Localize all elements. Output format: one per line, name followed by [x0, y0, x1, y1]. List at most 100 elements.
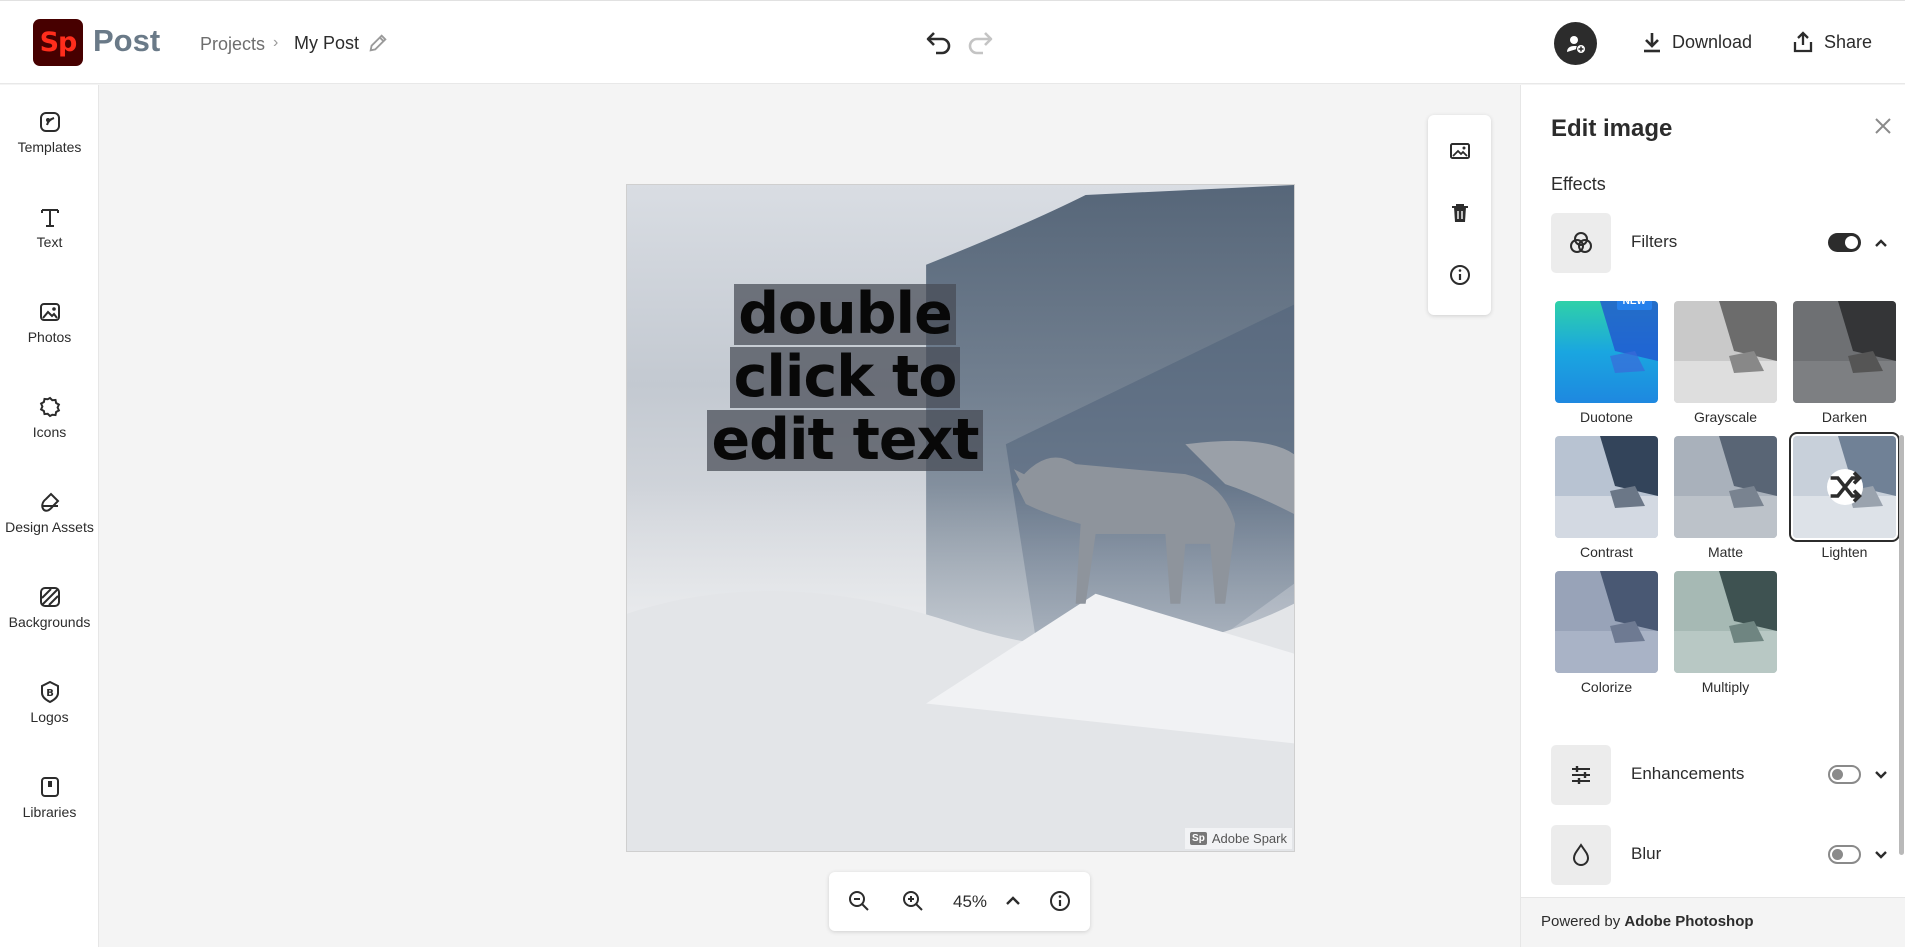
- zoom-level[interactable]: 45%: [953, 892, 987, 912]
- filter-thumbnail: [1674, 436, 1777, 538]
- zoom-in-icon[interactable]: [901, 889, 925, 913]
- panel-title: Edit image: [1551, 115, 1673, 142]
- zoom-out-icon[interactable]: [847, 889, 871, 913]
- powered-prefix: Powered by: [1541, 913, 1621, 930]
- canvas-text-line[interactable]: double: [734, 284, 956, 345]
- filter-label: Colorize: [1580, 679, 1633, 695]
- close-icon[interactable]: [1872, 115, 1894, 137]
- blur-row[interactable]: Blur: [1551, 825, 1891, 885]
- logos-icon: B: [40, 680, 59, 704]
- powered-by-footer: Powered by Adobe Photoshop: [1521, 897, 1905, 947]
- download-icon: [1644, 33, 1660, 53]
- filter-darken[interactable]: Darken: [1793, 301, 1896, 425]
- filter-lighten[interactable]: Lighten: [1789, 432, 1900, 560]
- photos-icon: [39, 303, 60, 321]
- templates-icon: [39, 112, 60, 132]
- sidebar-item-design-assets[interactable]: Design Assets: [0, 490, 99, 535]
- breadcrumb-separator: ›: [273, 34, 279, 51]
- filter-colorize[interactable]: Colorize: [1555, 571, 1658, 695]
- chevron-down-icon[interactable]: [1873, 767, 1889, 783]
- backgrounds-icon: [39, 587, 60, 607]
- blur-toggle[interactable]: [1828, 845, 1861, 864]
- icons-icon: [39, 396, 60, 418]
- sidebar-item-label: Photos: [27, 329, 72, 345]
- sidebar-item-libraries[interactable]: Libraries: [0, 775, 99, 820]
- undo-icon[interactable]: [925, 29, 953, 55]
- download-button[interactable]: Download: [1642, 31, 1752, 53]
- filter-label: Multiply: [1701, 679, 1750, 695]
- filters-label: Filters: [1631, 232, 1678, 251]
- filter-contrast[interactable]: Contrast: [1555, 436, 1658, 560]
- filter-multiply[interactable]: Multiply: [1674, 571, 1777, 695]
- design-canvas[interactable]: double click to edit text Sp Adobe Spark: [626, 184, 1295, 852]
- sidebar-item-label: Icons: [32, 424, 67, 440]
- filter-label: Contrast: [1580, 544, 1633, 560]
- adobe-spark-watermark: Sp Adobe Spark: [1185, 828, 1292, 849]
- panel-scrollbar[interactable]: [1899, 435, 1904, 855]
- filter-matte[interactable]: Matte: [1674, 436, 1777, 560]
- filter-grayscale[interactable]: Grayscale: [1674, 301, 1777, 425]
- watermark-logo: Sp: [1190, 832, 1207, 845]
- filters-toggle[interactable]: [1828, 233, 1861, 252]
- sidebar-item-icons[interactable]: Icons: [0, 395, 99, 440]
- filters-row[interactable]: Filters: [1551, 213, 1891, 273]
- filters-icon-box: [1551, 213, 1611, 273]
- sidebar-item-label: Templates: [17, 139, 82, 155]
- filter-thumbnail: [1789, 432, 1900, 542]
- delete-icon[interactable]: [1448, 201, 1472, 225]
- canvas-text-line[interactable]: click to: [729, 347, 961, 408]
- image-actions-toolbar: [1428, 115, 1491, 315]
- left-sidebar: Templates Text Photos Icons Design Asset…: [0, 85, 99, 947]
- sidebar-item-backgrounds[interactable]: Backgrounds: [0, 585, 99, 630]
- filter-thumbnail: [1674, 301, 1777, 403]
- sidebar-item-label: Text: [36, 234, 63, 250]
- replace-image-icon[interactable]: [1448, 139, 1472, 163]
- design-assets-icon: [40, 492, 59, 512]
- filter-label: Duotone: [1580, 409, 1633, 425]
- grayscale-thumbnail: [1674, 301, 1777, 403]
- share-label: Share: [1824, 31, 1873, 52]
- sidebar-item-templates[interactable]: Templates: [0, 110, 99, 155]
- spark-logo[interactable]: Sp: [33, 19, 83, 66]
- sidebar-item-label: Backgrounds: [8, 614, 91, 630]
- duotone-thumbnail: [1555, 301, 1658, 403]
- pencil-icon[interactable]: [367, 32, 389, 54]
- libraries-icon: [40, 777, 59, 797]
- watermark-text: Adobe Spark: [1211, 831, 1287, 846]
- canvas-text-line[interactable]: edit text: [707, 410, 983, 471]
- filter-thumbnail: [1555, 436, 1658, 538]
- sliders-icon: [1572, 766, 1590, 784]
- section-label-effects: Effects: [1551, 174, 1606, 194]
- invite-collaborator-button[interactable]: [1554, 22, 1597, 65]
- drop-icon: [1572, 843, 1590, 866]
- enhancements-row[interactable]: Enhancements: [1551, 745, 1891, 805]
- share-button[interactable]: Share: [1792, 31, 1872, 53]
- edit-image-panel: Edit image Effects Filters NEW Duotone G…: [1520, 85, 1905, 947]
- sidebar-item-logos[interactable]: B Logos: [0, 680, 99, 725]
- chevron-up-icon[interactable]: [1873, 235, 1889, 251]
- canvas-text-block[interactable]: double click to edit text: [695, 283, 995, 472]
- chevron-up-icon[interactable]: [1001, 889, 1025, 913]
- sidebar-item-text[interactable]: Text: [0, 205, 99, 250]
- filters-icon: [1570, 232, 1592, 253]
- contrast-thumbnail: [1555, 436, 1658, 538]
- filter-label: Grayscale: [1693, 409, 1758, 425]
- chevron-down-icon[interactable]: [1873, 847, 1889, 863]
- zoom-toolbar: 45%: [829, 872, 1090, 931]
- blur-icon-box: [1551, 825, 1611, 885]
- text-icon: [40, 209, 59, 227]
- info-icon[interactable]: [1048, 889, 1072, 913]
- enhancements-toggle[interactable]: [1828, 765, 1861, 784]
- filter-thumbnail: [1555, 571, 1658, 673]
- filter-duotone[interactable]: NEW Duotone: [1555, 301, 1658, 425]
- app-header: Sp Post Projects › My Post Download Shar…: [0, 0, 1905, 84]
- sidebar-item-label: Libraries: [22, 804, 77, 820]
- breadcrumb-projects[interactable]: Projects: [200, 34, 265, 55]
- logo-text: Sp: [39, 27, 78, 58]
- shuffle-button[interactable]: [1827, 469, 1863, 505]
- shuffle-icon: [1830, 471, 1862, 503]
- filter-label: Lighten: [1821, 544, 1868, 560]
- sidebar-item-photos[interactable]: Photos: [0, 300, 99, 345]
- redo-icon[interactable]: [966, 29, 994, 55]
- info-icon[interactable]: [1448, 263, 1472, 287]
